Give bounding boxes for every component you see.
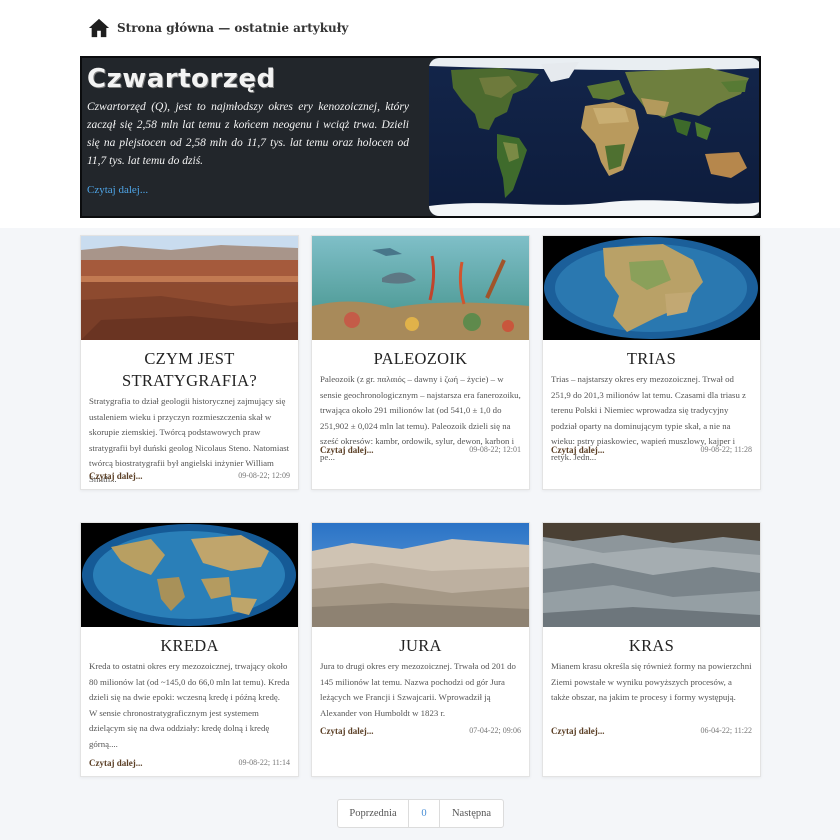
featured-excerpt: Czwartorzęd (Q), jest to najmłodszy okre… [87, 101, 409, 167]
card-date: 07-04-22; 09:06 [469, 726, 521, 735]
card-title[interactable]: KRAS [549, 635, 754, 657]
world-map-image [429, 58, 759, 216]
read-more-link[interactable]: Czytaj dalej... [551, 445, 605, 455]
triassic-globe-map [543, 236, 760, 340]
card-title[interactable]: KREDA [87, 635, 292, 657]
next-page-button[interactable]: Następna [440, 800, 503, 827]
cretaceous-globe-map [81, 523, 298, 627]
home-icon[interactable] [88, 17, 110, 39]
article-card-kreda[interactable]: KREDA Kreda to ostatni okres ery mezozoi… [80, 522, 299, 777]
card-title[interactable]: TRIAS [549, 348, 754, 370]
article-card-paleozoik[interactable]: PALEOZOIK Paleozoik (z gr. παλαιός – daw… [311, 235, 530, 490]
karst-rocks-image [543, 523, 760, 627]
card-excerpt: Kreda to ostatni okres ery mezozoicznej,… [89, 661, 290, 749]
article-card-stratygrafia[interactable]: CZYM JEST STRATYGRAFIA? Stratygrafia to … [80, 235, 299, 490]
featured-read-more-link[interactable]: Czytaj dalej... [87, 184, 148, 196]
paleozoic-sea-illustration [312, 236, 529, 340]
read-more-link[interactable]: Czytaj dalej... [320, 726, 374, 736]
read-more-link[interactable]: Czytaj dalej... [551, 726, 605, 736]
card-excerpt: Mianem krasu określa się również formy n… [551, 661, 752, 702]
card-date: 06-04-22; 11:22 [700, 726, 752, 735]
breadcrumb-label: Strona główna — ostatnie artykuły [117, 21, 349, 35]
read-more-link[interactable]: Czytaj dalej... [89, 758, 143, 768]
card-excerpt: Jura to drugi okres ery mezozoicznej. Tr… [320, 661, 516, 718]
breadcrumb: Strona główna — ostatnie artykuły [88, 16, 348, 40]
card-title[interactable]: JURA [318, 635, 523, 657]
card-date: 09-08-22; 12:09 [238, 471, 290, 480]
jura-mountains-image [312, 523, 529, 627]
featured-title: Czwartorzęd [87, 64, 276, 94]
article-card-kras[interactable]: KRAS Mianem krasu określa się również fo… [542, 522, 761, 777]
previous-page-button[interactable]: Poprzednia [338, 800, 409, 827]
featured-article: Czwartorzęd Czwartorzęd (Q), jest to naj… [80, 56, 761, 218]
canyon-landscape-image [81, 236, 298, 340]
card-title[interactable]: CZYM JEST STRATYGRAFIA? [87, 348, 292, 392]
read-more-link[interactable]: Czytaj dalej... [320, 445, 374, 455]
card-date: 09-08-22; 12:01 [469, 445, 521, 454]
card-date: 09-08-22; 11:14 [238, 758, 290, 767]
current-page-number[interactable]: 0 [409, 800, 440, 827]
pagination: Poprzednia 0 Następna [337, 799, 504, 828]
article-card-jura[interactable]: JURA Jura to drugi okres ery mezozoiczne… [311, 522, 530, 777]
article-card-trias[interactable]: TRIAS Trias – najstarszy okres ery mezoz… [542, 235, 761, 490]
read-more-link[interactable]: Czytaj dalej... [89, 471, 143, 481]
card-date: 09-08-22; 11:28 [700, 445, 752, 454]
card-title[interactable]: PALEOZOIK [318, 348, 523, 370]
